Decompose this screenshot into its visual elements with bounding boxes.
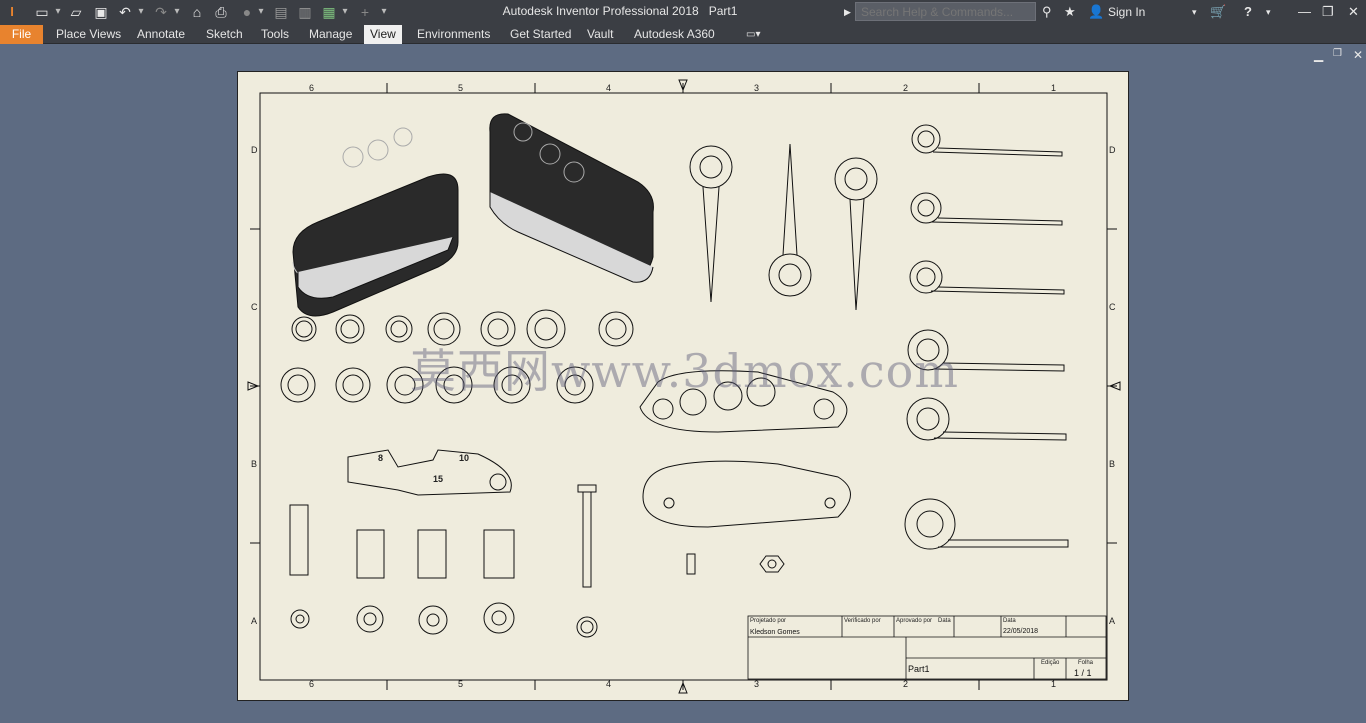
hex-nut — [759, 555, 785, 573]
hook-pins — [689, 143, 878, 311]
zone-label-right: D — [1109, 145, 1116, 155]
watermark: 莫西网www.3dmox.com — [410, 344, 959, 398]
zone-label-right: B — [1109, 459, 1116, 469]
edition-label: Edição — [1041, 660, 1060, 666]
sleeve-1 — [289, 504, 309, 576]
doc-close-icon[interactable]: ✕ — [1353, 48, 1363, 62]
zone-label-left: C — [251, 302, 258, 312]
favorites-star-icon[interactable]: ★ — [1064, 3, 1076, 21]
ribbon-tabs: File Place Views Annotate Sketch Tools M… — [0, 25, 1366, 44]
material-icon[interactable]: ● — [240, 3, 254, 21]
new-file-icon[interactable]: ▭ — [31, 3, 53, 21]
zone-label-top: 5 — [458, 83, 464, 93]
zone-label-bottom: 2 — [903, 679, 909, 689]
wrench-size-label: 10 — [459, 453, 470, 463]
approval-date-label: Data — [938, 618, 951, 624]
inventor-logo-icon[interactable]: I — [4, 3, 20, 21]
window-title: Autodesk Inventor Professional 2018 Part… — [470, 4, 770, 18]
sleeve-4 — [483, 529, 515, 579]
sheet-number: 1 / 1 — [1074, 668, 1092, 678]
clear-appearance-icon[interactable]: ▥ — [296, 3, 314, 21]
tab-sketch[interactable]: Sketch — [200, 25, 249, 44]
zone-label-left: A — [251, 616, 258, 626]
title-bar: I ▭ ▾ ▱ ▣ ↶ ▾ ↷ ▾ ⌂ ⎙ ● ▾ ▤ ▥ ▦ ▾ + ▾ Au… — [0, 0, 1366, 25]
zone-label-right: A — [1109, 616, 1116, 626]
tab-place-views[interactable]: Place Views — [50, 25, 127, 44]
update-dropdown-chevron-icon[interactable]: ▾ — [340, 3, 350, 21]
side-plate-plain — [642, 460, 851, 528]
update-icon[interactable]: ▦ — [320, 3, 338, 21]
wrench-size-label: 8 — [378, 453, 384, 463]
ribbon-display-options-icon[interactable]: ▭▾ — [740, 25, 766, 44]
wrench-outline — [347, 449, 512, 496]
undo-icon[interactable]: ↶ — [116, 3, 134, 21]
home-icon[interactable]: ⌂ — [188, 3, 206, 21]
tab-tools[interactable]: Tools — [255, 25, 295, 44]
tab-manage[interactable]: Manage — [303, 25, 358, 44]
material-dropdown-chevron-icon[interactable]: ▾ — [256, 3, 266, 21]
document-title: Part1 — [708, 4, 738, 18]
user-icon[interactable]: 👤 — [1088, 3, 1104, 21]
zone-label-bottom: 3 — [754, 679, 760, 689]
wrench-size-label: 15 — [433, 474, 444, 484]
zone-label-bottom: 6 — [309, 679, 315, 689]
customize-toolbar-icon[interactable]: ▾ — [378, 3, 390, 21]
zone-label-bottom: 1 — [1051, 679, 1057, 689]
date-value: 22/05/2018 — [1003, 628, 1039, 635]
save-icon[interactable]: ▣ — [92, 3, 110, 21]
new-dropdown-chevron-icon[interactable]: ▾ — [53, 3, 63, 21]
designed-by-value: Kledson Gomes — [750, 629, 800, 636]
multitool-iso-view-2 — [489, 113, 654, 283]
part-name: Part1 — [908, 664, 930, 674]
tab-environments[interactable]: Environments — [411, 25, 496, 44]
appearance-icon[interactable]: ▤ — [272, 3, 290, 21]
minimize-icon[interactable]: — — [1298, 3, 1311, 21]
sleeve-3 — [417, 529, 447, 579]
tab-annotate[interactable]: Annotate — [131, 25, 191, 44]
date-label: Data — [1003, 618, 1016, 624]
zone-label-right: C — [1109, 302, 1116, 312]
help-chevron-icon[interactable]: ▾ — [1266, 3, 1271, 21]
zone-label-top: 1 — [1051, 83, 1057, 93]
satellite-icon[interactable]: ⚲ — [1042, 3, 1052, 21]
zone-label-left: D — [251, 145, 258, 155]
sign-in-link[interactable]: Sign In — [1108, 3, 1145, 21]
multitool-iso-view-1 — [292, 127, 459, 317]
redo-dropdown-chevron-icon[interactable]: ▾ — [172, 3, 182, 21]
undo-dropdown-chevron-icon[interactable]: ▾ — [136, 3, 146, 21]
redo-icon[interactable]: ↷ — [152, 3, 170, 21]
cart-icon[interactable]: 🛒 — [1210, 3, 1226, 21]
sign-in-chevron-icon[interactable]: ▾ — [1192, 3, 1197, 21]
app-title: Autodesk Inventor Professional 2018 — [502, 4, 699, 18]
tab-view[interactable]: View — [364, 25, 402, 44]
doc-restore-icon[interactable]: ❐ — [1333, 48, 1342, 59]
tab-autodesk-a360[interactable]: Autodesk A360 — [628, 25, 721, 44]
tab-file[interactable]: File — [0, 25, 43, 44]
restore-icon[interactable]: ❐ — [1322, 3, 1334, 21]
zone-label-bottom: 4 — [606, 679, 612, 689]
approved-by-label: Aprovado por — [896, 618, 933, 624]
zone-label-top: 4 — [606, 83, 612, 93]
sheet-label: Folha — [1078, 660, 1094, 666]
designed-by-label: Projetado por — [750, 618, 787, 624]
zone-label-top: 2 — [903, 83, 909, 93]
close-icon[interactable]: ✕ — [1348, 3, 1359, 21]
tab-vault[interactable]: Vault — [581, 25, 619, 44]
print-icon[interactable]: ⎙ — [212, 3, 230, 21]
open-folder-icon[interactable]: ▱ — [66, 3, 86, 21]
checked-by-label: Verificado por — [844, 618, 881, 624]
zone-label-top: 6 — [309, 83, 315, 93]
zone-label-top: 3 — [754, 83, 760, 93]
help-icon[interactable]: ? — [1244, 3, 1252, 21]
select-cross-icon[interactable]: + — [356, 3, 374, 21]
zone-label-bottom: 5 — [458, 679, 464, 689]
bolt-head — [577, 484, 597, 493]
zone-label-left: B — [251, 459, 258, 469]
sleeve-2 — [356, 529, 385, 579]
search-expand-icon[interactable]: ▶ — [844, 3, 851, 21]
tab-get-started[interactable]: Get Started — [504, 25, 577, 44]
search-input[interactable] — [855, 2, 1036, 21]
doc-minimize-icon[interactable]: ▁ — [1314, 48, 1323, 62]
